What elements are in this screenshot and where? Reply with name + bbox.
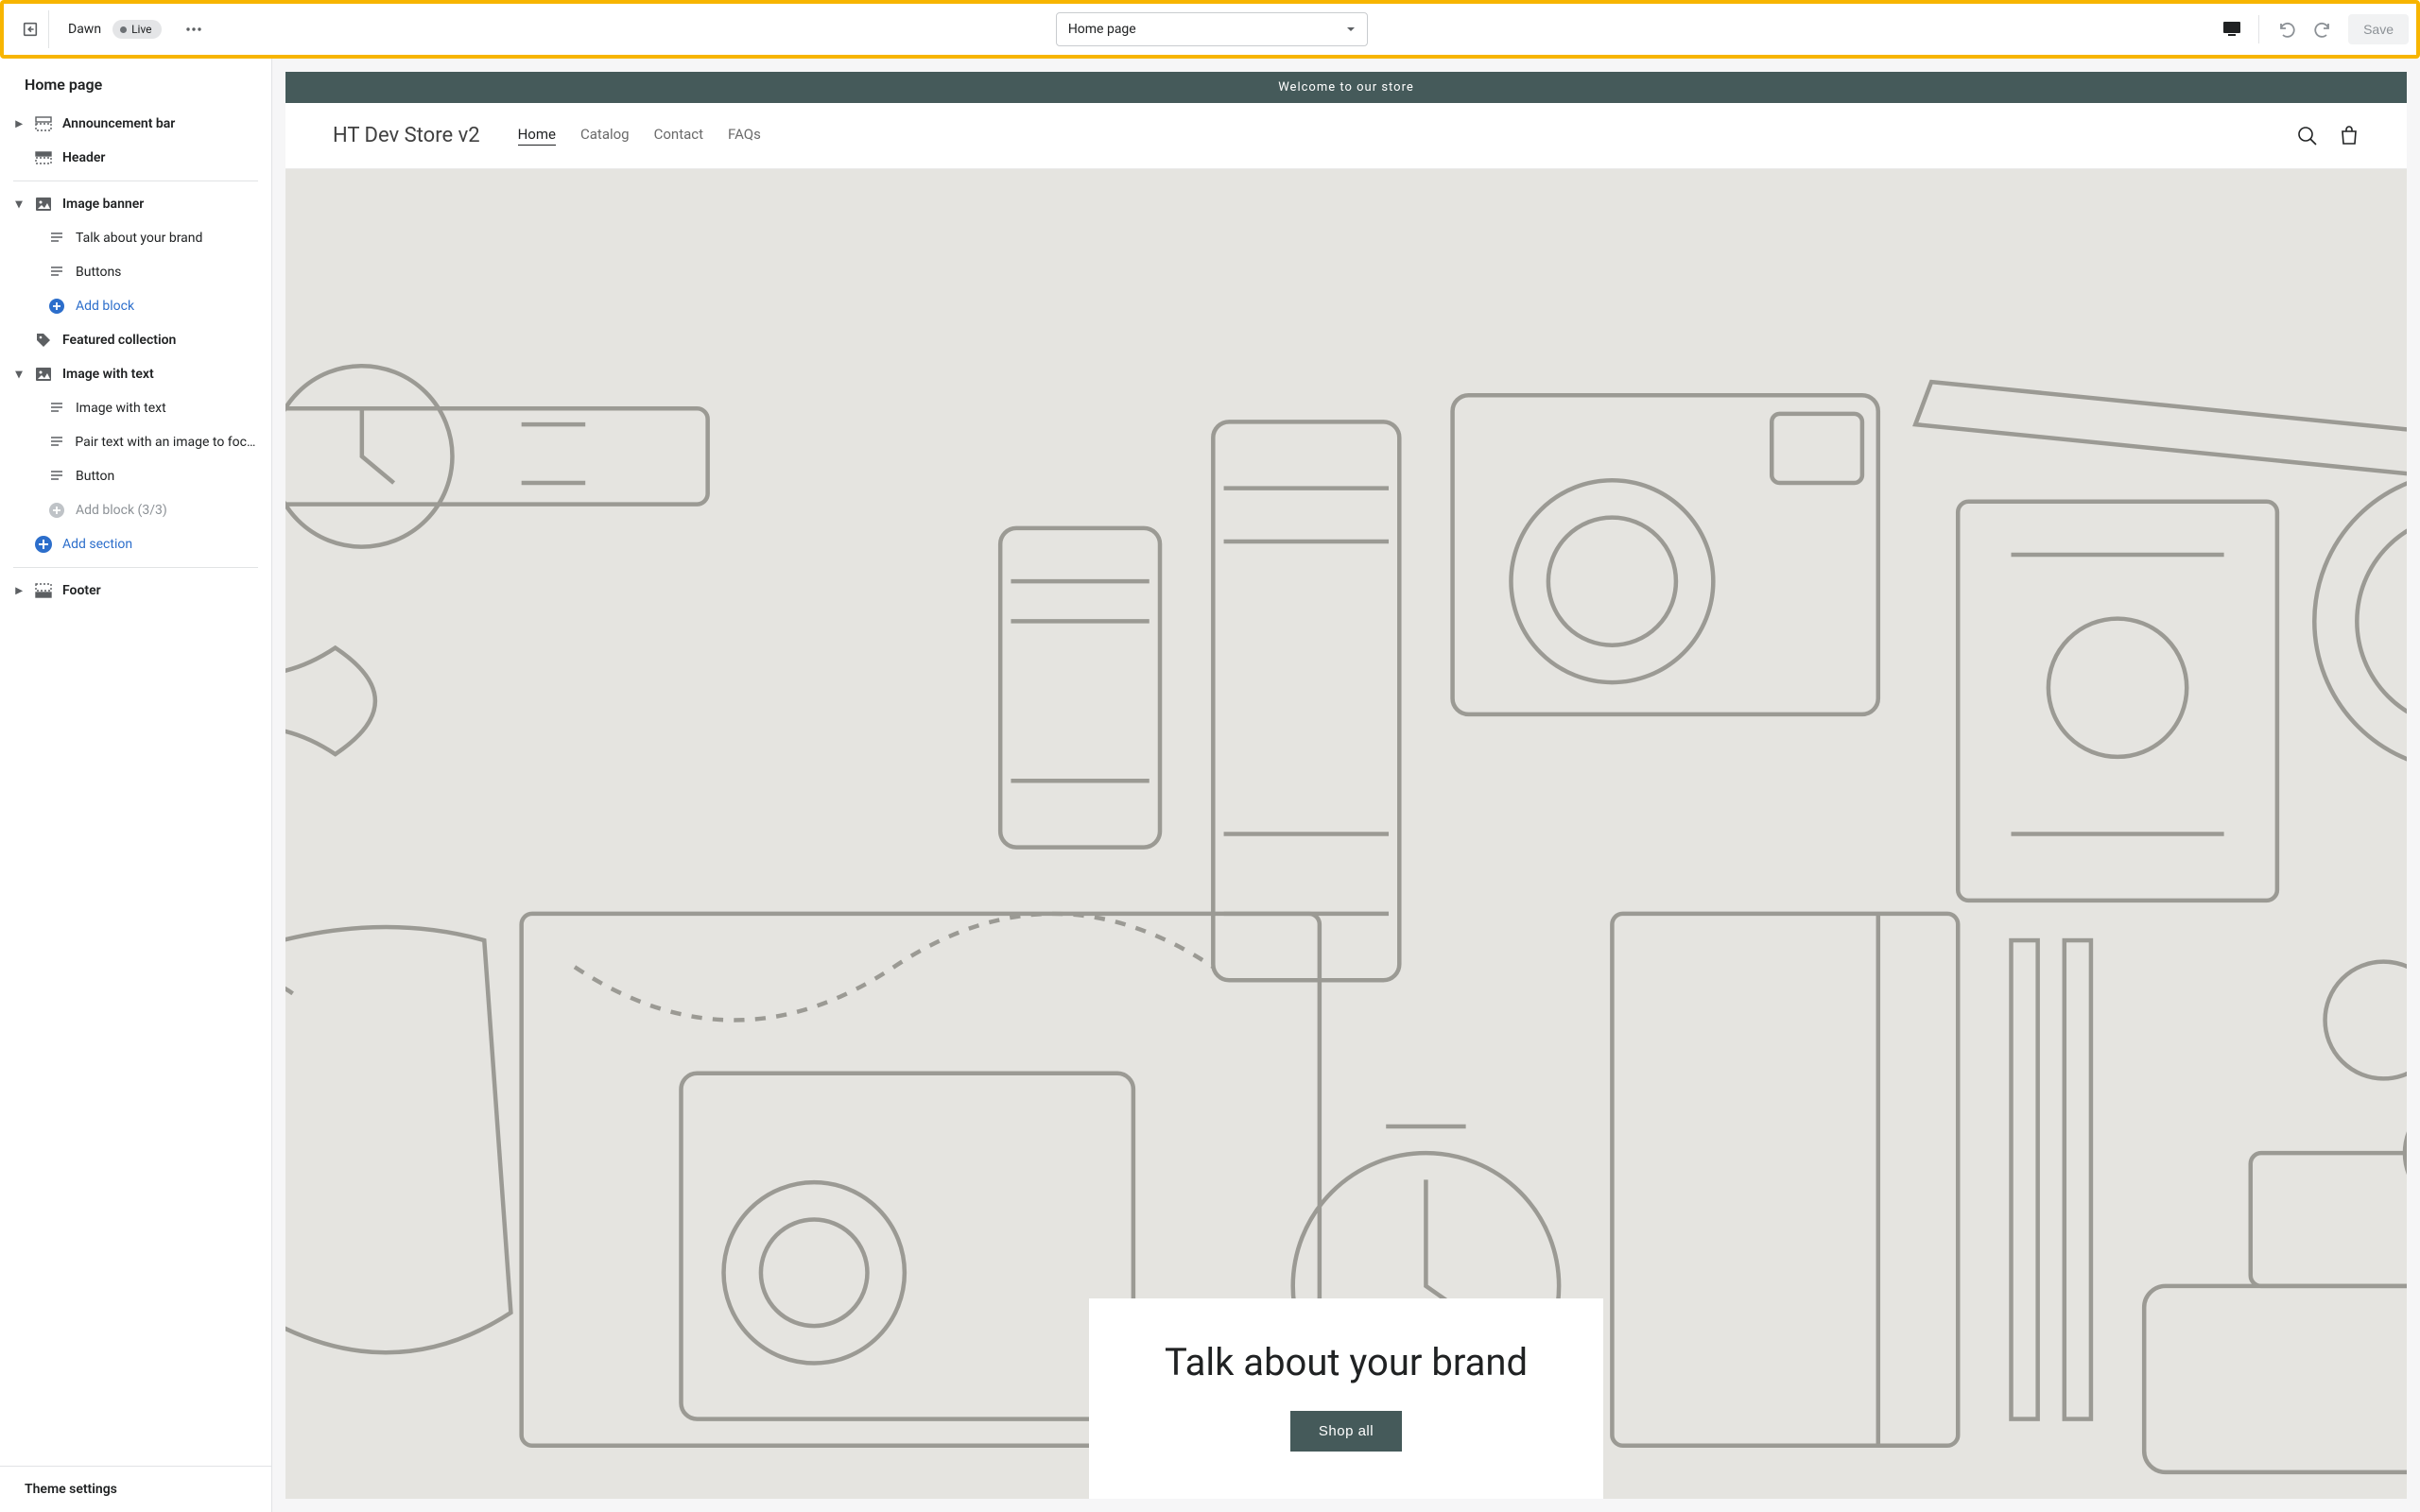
header-icons [2297, 126, 2360, 146]
text-icon [47, 263, 66, 282]
viewport-button[interactable] [2215, 12, 2249, 46]
caret-down-icon: ▾ [13, 197, 25, 212]
redo-icon [2314, 20, 2333, 39]
section-footer[interactable]: ▸ Footer [13, 574, 258, 608]
nav-contact[interactable]: Contact [654, 126, 703, 146]
tag-icon [34, 331, 53, 350]
nav-faqs[interactable]: FAQs [728, 126, 761, 146]
more-button[interactable] [179, 14, 209, 44]
main-area: Home page ▸ Announcement bar Header ▾ [0, 59, 2420, 1512]
section-label: Announcement bar [62, 116, 175, 131]
undo-icon [2276, 20, 2295, 39]
plus-circle-icon [47, 501, 66, 520]
editor-toolbar: Dawn Live Home page [4, 4, 2416, 55]
image-icon [34, 365, 53, 384]
divider [13, 567, 258, 568]
caret-right-icon: ▸ [13, 583, 25, 598]
preview-pane: Welcome to our store HT Dev Store v2 Hom… [272, 59, 2420, 1512]
block-label: Buttons [76, 265, 121, 280]
block-label: Pair text with an image to focu... [75, 435, 258, 450]
add-block-label: Add block (3/3) [76, 503, 167, 518]
add-section[interactable]: Add section [13, 527, 258, 561]
exit-button[interactable] [11, 10, 49, 48]
section-image-banner[interactable]: ▾ Image banner [13, 187, 258, 221]
save-button[interactable]: Save [2348, 14, 2409, 44]
add-block-label: Add block [76, 299, 134, 314]
add-section-label: Add section [62, 537, 132, 552]
caret-down-icon [1346, 26, 1356, 32]
toolbar-center: Home page [209, 12, 2216, 46]
status-dot-icon [120, 26, 127, 33]
text-icon [47, 433, 65, 452]
block-pair-text[interactable]: Pair text with an image to focu... [13, 425, 258, 459]
site-nav: Home Catalog Contact FAQs [518, 126, 761, 146]
block-label: Button [76, 469, 114, 484]
image-icon [34, 195, 53, 214]
toolbar-highlight: Dawn Live Home page [0, 0, 2420, 59]
sidebar-body: ▸ Announcement bar Header ▾ Image [0, 107, 271, 1466]
toolbar-left: Dawn Live [11, 10, 209, 48]
page-selector[interactable]: Home page [1056, 12, 1368, 46]
caret-right-icon: ▸ [13, 116, 25, 131]
announcement-bar[interactable]: Welcome to our store [285, 72, 2407, 103]
sidebar-title: Home page [0, 59, 271, 107]
caret-down-icon: ▾ [13, 367, 25, 382]
block-button[interactable]: Button [13, 459, 258, 493]
plus-circle-icon [47, 297, 66, 316]
block-buttons[interactable]: Buttons [13, 255, 258, 289]
section-label: Featured collection [62, 333, 176, 348]
status-label: Live [131, 23, 151, 36]
search-icon[interactable] [2297, 126, 2318, 146]
undo-button[interactable] [2269, 12, 2303, 46]
hero-banner[interactable]: Talk about your brand Shop all [285, 169, 2407, 1499]
divider [13, 180, 258, 181]
section-image-with-text[interactable]: ▾ Image with text [13, 357, 258, 391]
section-label: Footer [62, 583, 101, 598]
theme-settings[interactable]: Theme settings [0, 1466, 271, 1512]
page-selector-label: Home page [1068, 22, 1136, 37]
block-talk-about-brand[interactable]: Talk about your brand [13, 221, 258, 255]
add-block-image-with-text: Add block (3/3) [13, 493, 258, 527]
text-icon [47, 229, 66, 248]
status-badge: Live [112, 20, 161, 39]
hero-card: Talk about your brand Shop all [1089, 1298, 1603, 1499]
site-preview: Welcome to our store HT Dev Store v2 Hom… [285, 72, 2407, 1499]
section-label: Image banner [62, 197, 144, 212]
shop-all-button[interactable]: Shop all [1290, 1411, 1402, 1452]
block-image-with-text[interactable]: Image with text [13, 391, 258, 425]
block-label: Image with text [76, 401, 166, 416]
store-name[interactable]: HT Dev Store v2 [333, 124, 480, 147]
section-label: Header [62, 150, 105, 165]
text-icon [47, 467, 66, 486]
section-featured-collection[interactable]: Featured collection [13, 323, 258, 357]
block-label: Talk about your brand [76, 231, 202, 246]
hero-title: Talk about your brand [1165, 1340, 1528, 1384]
cart-icon[interactable] [2339, 126, 2360, 146]
footer-icon [34, 581, 53, 600]
nav-catalog[interactable]: Catalog [580, 126, 630, 146]
nav-home[interactable]: Home [518, 126, 556, 146]
sidebar: Home page ▸ Announcement bar Header ▾ [0, 59, 272, 1512]
section-announcement-bar[interactable]: ▸ Announcement bar [13, 107, 258, 141]
exit-icon [22, 21, 39, 38]
section-header[interactable]: Header [13, 141, 258, 175]
plus-circle-icon [34, 535, 53, 554]
divider [2258, 15, 2259, 43]
site-header: HT Dev Store v2 Home Catalog Contact FAQ… [285, 103, 2407, 169]
add-block-image-banner[interactable]: Add block [13, 289, 258, 323]
desktop-icon [2222, 21, 2241, 38]
dots-icon [186, 27, 201, 31]
header-icon [34, 148, 53, 167]
section-label: Image with text [62, 367, 154, 382]
announcement-icon [34, 114, 53, 133]
text-icon [47, 399, 66, 418]
toolbar-right: Save [2215, 12, 2409, 46]
theme-name: Dawn [68, 22, 101, 37]
redo-button[interactable] [2307, 12, 2341, 46]
